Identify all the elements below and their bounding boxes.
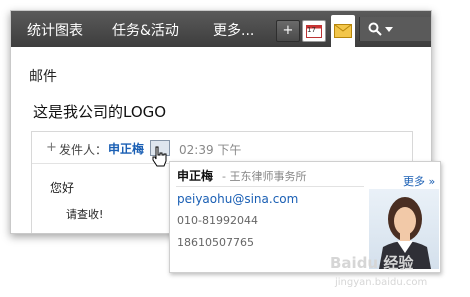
add-button[interactable]: + — [276, 20, 300, 42]
plus-icon: + — [282, 23, 294, 38]
top-nav-bar: 统计图表 任务&活动 更多... + 17 — [11, 11, 431, 47]
company-logo-text: 这是我公司的LOGO — [33, 103, 167, 121]
divider — [176, 186, 364, 187]
contact-company: - 王东律师事务所 — [222, 170, 307, 183]
expand-icon[interactable]: + — [46, 140, 57, 155]
nav-stats-charts[interactable]: 统计图表 — [27, 20, 83, 40]
calendar-day: 17 — [307, 26, 316, 34]
contact-name: 申正梅 — [177, 169, 214, 183]
sender-label: 发件人： — [59, 143, 108, 157]
more-link[interactable]: 更多 » — [403, 173, 435, 189]
sender-name-link[interactable]: 申正梅 — [108, 140, 144, 157]
chevron-down-icon — [385, 27, 393, 32]
contact-mobile: 18610507765 — [177, 236, 254, 249]
watermark-logo: Baidu 经验 — [330, 254, 414, 272]
search-icon — [368, 22, 382, 36]
nav-more[interactable]: 更多... — [213, 20, 254, 40]
search-menu-button[interactable] — [359, 17, 431, 41]
sender-row: + 发件人： 申正梅 02:39 下午 — [32, 132, 412, 164]
nav-tasks-activities[interactable]: 任务&活动 — [112, 20, 179, 40]
page-title: 邮件 — [29, 69, 57, 85]
calendar-button[interactable]: 17 — [302, 20, 326, 42]
message-body: 请查收! — [66, 208, 104, 221]
hand-cursor-icon — [152, 146, 167, 167]
watermark-url: jingyan.baidu.com — [335, 277, 428, 288]
contact-phone: 010-81992044 — [177, 214, 258, 227]
contact-email-link[interactable]: peiyaohu@sina.com — [177, 192, 298, 206]
mail-icon — [334, 24, 352, 38]
message-greeting: 您好 — [50, 181, 75, 195]
message-time: 02:39 下午 — [179, 143, 242, 157]
mail-tab[interactable] — [331, 15, 355, 47]
